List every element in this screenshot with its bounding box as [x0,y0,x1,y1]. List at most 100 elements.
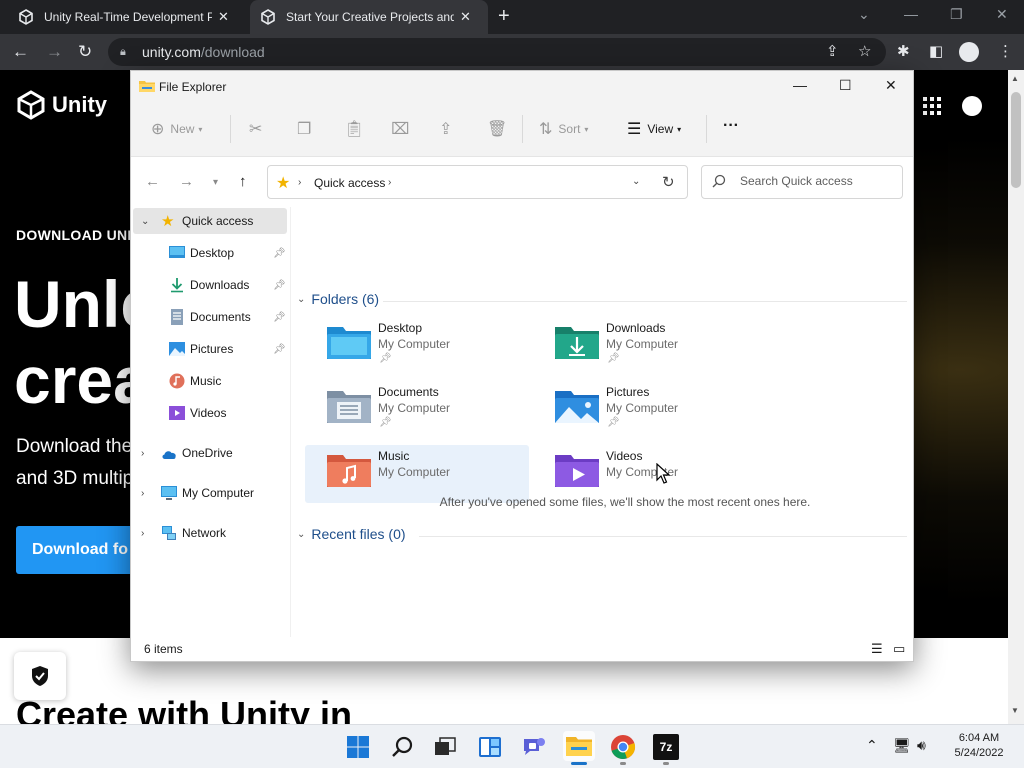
start-icon[interactable] [345,734,371,760]
chevron-right-icon[interactable]: › [141,488,144,499]
restore-icon[interactable]: ❐ [950,6,963,23]
nav-item-pictures[interactable]: Pictures 📌︎ [133,336,287,362]
nav-label: OneDrive [182,446,233,460]
group-divider [419,536,907,537]
paste-button[interactable]: 📋︎ [344,119,370,139]
account-icon[interactable] [962,96,982,116]
refresh-icon[interactable]: ↻ [662,173,675,191]
address-bar[interactable]: 🔒︎ unity.com/download ⇪ ☆ [108,38,886,66]
tab-search-icon[interactable]: ⌄ [858,6,870,23]
recent-files-group-header[interactable]: ⌄ Recent files (0) [297,526,406,542]
chrome-menu-icon[interactable]: ⋮ [998,42,1013,60]
scroll-thumb[interactable] [1011,92,1021,188]
7zip-icon[interactable]: 7z [653,734,679,760]
unity-logo[interactable]: Unity [16,90,107,120]
address-history-icon[interactable]: ⌄ [632,176,640,187]
folder-tile-desktop[interactable]: Desktop My Computer 📌︎ [305,317,529,375]
back-icon[interactable]: ← [12,42,29,62]
nav-item-desktop[interactable]: Desktop 📌︎ [133,240,287,266]
folder-tile-documents[interactable]: Documents My Computer 📌︎ [305,381,529,439]
tab-close-icon[interactable]: ✕ [460,9,471,25]
chevron-right-icon[interactable]: › [141,528,144,539]
cut-button[interactable]: ✂ [249,119,268,139]
task-view-icon[interactable] [432,734,458,760]
up-icon[interactable]: ↑ [239,173,247,190]
breadcrumb-quick-access[interactable]: Quick access [314,176,385,190]
nav-item-videos[interactable]: Videos [133,400,287,426]
nav-item-documents[interactable]: Documents 📌︎ [133,304,287,330]
side-panel-icon[interactable]: ◧ [929,42,943,60]
system-clock[interactable]: 6:04 AM 5/24/2022 [946,731,1012,761]
command-bar: ⊕ New ▾ ✂ ❐ 📋︎ ⌧ ⇪ 🗑︎ ⇅ Sort ▾ ☰ View ▾ … [131,103,913,157]
tab-close-icon[interactable]: ✕ [218,9,229,25]
rename-icon: ⌧ [391,121,410,138]
privacy-badge[interactable] [14,652,66,700]
search-icon[interactable] [390,734,416,760]
delete-button[interactable]: 🗑︎ [487,119,513,139]
show-hidden-icons-chevron-up-icon[interactable]: ⌃ [866,737,878,754]
share-icon[interactable]: ⇪ [826,38,839,66]
nav-item-onedrive[interactable]: › OneDrive [133,440,287,466]
rename-button[interactable]: ⌧ [391,119,415,139]
back-icon[interactable]: ← [145,173,160,190]
folder-tile-pictures[interactable]: Pictures My Computer 📌︎ [533,381,757,439]
nav-item-quick-access[interactable]: ⌄ ★ Quick access [133,208,287,234]
network-status-icon[interactable]: 🖥︎ [893,737,911,754]
running-indicator [620,762,626,765]
profile-avatar-icon[interactable] [959,42,979,62]
close-icon[interactable]: ✕ [996,6,1008,23]
share-button[interactable]: ⇪ [439,119,458,139]
chat-icon[interactable] [521,734,547,760]
scroll-up-icon[interactable]: ▲ [1011,74,1019,83]
file-explorer-taskbar-button[interactable] [563,731,595,761]
new-tab-button[interactable]: + [498,6,510,26]
copy-button[interactable]: ❐ [297,119,317,139]
sort-button[interactable]: ⇅ Sort ▾ [539,119,588,139]
bookmark-star-icon[interactable]: ☆ [858,38,871,66]
close-icon[interactable]: ✕ [885,77,897,94]
new-button[interactable]: ⊕ New ▾ [151,119,202,139]
hero-subtext-line2: and 3D multip [16,468,134,489]
nav-label: Videos [190,406,227,420]
music-folder-icon [327,455,371,487]
chevron-right-icon[interactable]: › [141,448,144,459]
chevron-down-icon[interactable]: ⌄ [141,216,149,227]
forward-icon[interactable]: → [179,173,194,190]
widgets-icon[interactable] [477,734,503,760]
scroll-down-icon[interactable]: ▼ [1011,706,1019,715]
volume-icon[interactable]: 🔊︎ [917,737,926,754]
minimize-icon[interactable]: — [904,6,918,22]
forward-icon[interactable]: → [46,42,63,62]
see-more-button[interactable]: ··· [723,117,739,135]
nav-item-network[interactable]: › Network [133,520,287,546]
view-button[interactable]: ☰ View ▾ [627,119,681,139]
nav-item-music[interactable]: Music [133,368,287,394]
page-scrollbar[interactable]: ▲ ▼ [1008,70,1024,724]
minimize-icon[interactable]: — [793,77,807,93]
apps-grid-icon[interactable] [922,96,942,116]
extensions-icon[interactable]: ✱ [897,42,910,60]
documents-folder-icon [327,391,371,423]
folders-group-header[interactable]: ⌄ Folders (6) [297,291,379,307]
view-label: View [647,122,674,136]
tiles-view-icon[interactable]: ▭ [893,641,905,657]
browser-tab-start-projects[interactable]: Start Your Creative Projects and D ✕ [250,0,488,34]
reload-icon[interactable]: ↻ [78,42,92,62]
folder-tile-downloads[interactable]: Downloads My Computer 📌︎ [533,317,757,375]
nav-item-my-computer[interactable]: › My Computer [133,480,287,506]
delete-icon: 🗑︎ [487,121,508,138]
recent-locations-icon[interactable]: ▾ [213,177,218,188]
toolbar-divider [706,115,707,143]
explorer-address-bar[interactable]: ★ › Quick access › ⌄ ↻ [267,165,688,199]
maximize-icon[interactable]: ☐ [839,77,852,94]
search-input[interactable] [740,174,896,188]
explorer-title-bar[interactable]: File Explorer — ☐ ✕ [131,71,913,103]
explorer-search-box[interactable] [701,165,903,199]
details-view-icon[interactable]: ☰ [871,641,883,657]
chrome-icon[interactable] [610,734,636,760]
chevron-down-icon: ⌄ [297,528,306,540]
tab-title: Unity Real-Time Development Pl [44,10,212,24]
pin-icon: 📌︎ [273,247,286,259]
browser-tab-unity[interactable]: Unity Real-Time Development Pl ✕ [8,0,248,34]
nav-item-downloads[interactable]: Downloads 📌︎ [133,272,287,298]
